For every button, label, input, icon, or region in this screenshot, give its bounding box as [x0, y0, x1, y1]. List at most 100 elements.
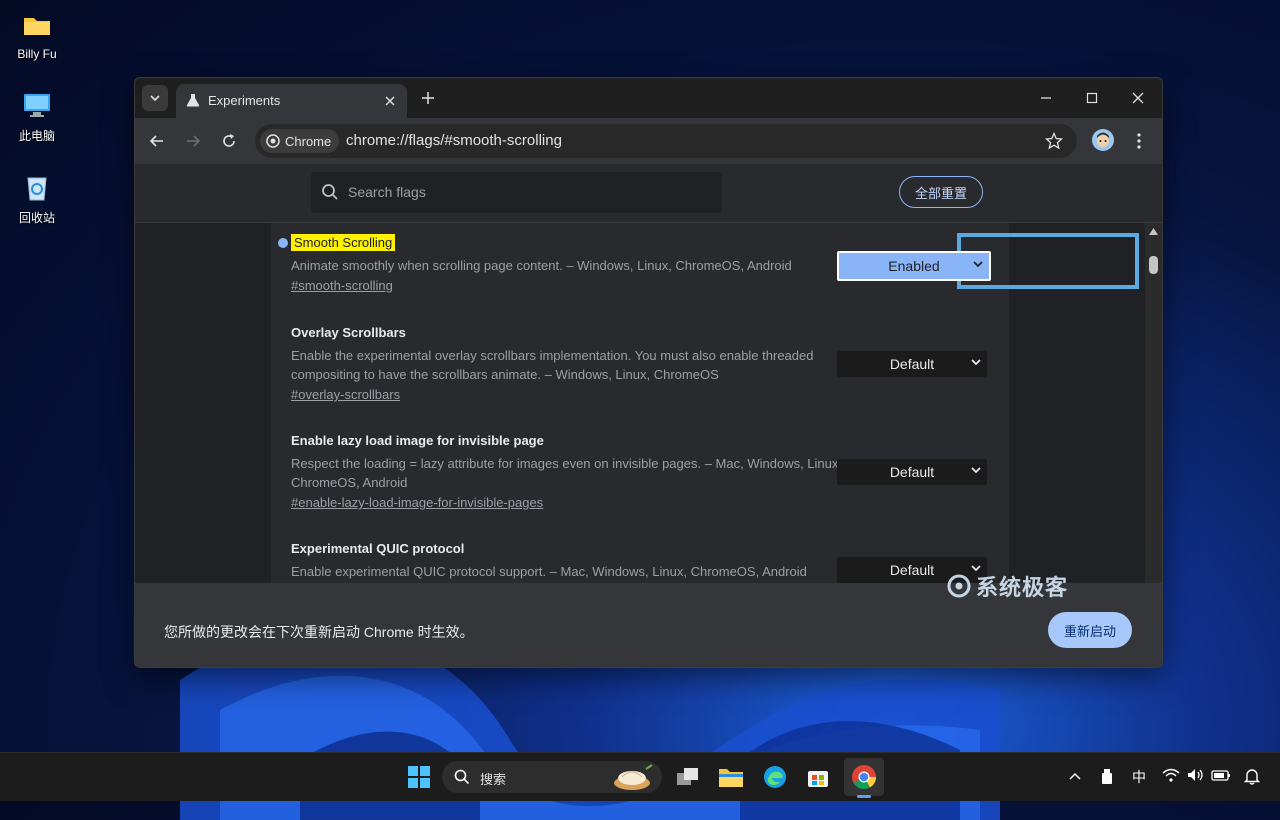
reload-button[interactable] [217, 129, 241, 153]
select-value: Default [889, 562, 935, 578]
desktop-icon-label: Billy Fu [17, 47, 57, 61]
tab-close-button[interactable] [381, 92, 399, 110]
flag-select-overlay-scrollbars[interactable]: Default [837, 351, 987, 377]
flag-item-quic: Experimental QUIC protocol Enable experi… [291, 541, 851, 581]
new-tab-button[interactable] [417, 87, 439, 109]
site-chip-label: Chrome [285, 133, 332, 149]
desktop-icon-recycle-bin[interactable]: 回收站 [6, 172, 68, 226]
scrollbar-thumb[interactable] [1149, 256, 1158, 274]
minimize-icon [1041, 97, 1051, 99]
flag-permalink[interactable]: #smooth-scrolling [291, 278, 851, 293]
taskbar: 搜索 中 [0, 752, 1280, 801]
title-bar: Experiments [135, 78, 1162, 118]
flask-icon [186, 94, 200, 107]
reload-icon [223, 134, 235, 147]
flag-item-overlay-scrollbars: Overlay Scrollbars Enable the experiment… [291, 325, 851, 402]
chevron-down-icon [971, 467, 981, 474]
search-placeholder: Search flags [348, 184, 426, 200]
chrome-logo-icon [266, 134, 280, 148]
store-icon [808, 771, 828, 787]
select-value: Default [889, 356, 935, 372]
bookmark-star-icon[interactable] [1045, 132, 1063, 150]
watermark-logo-icon [947, 574, 971, 598]
profile-avatar[interactable] [1092, 129, 1114, 151]
address-bar[interactable]: Chrome chrome://flags/#smooth-scrolling [255, 124, 1077, 158]
browser-menu-button[interactable] [1127, 130, 1151, 152]
folder-icon [24, 18, 50, 35]
chrome-logo-icon [852, 765, 876, 790]
taskbar-search[interactable]: 搜索 [442, 761, 662, 793]
site-info-chip[interactable]: Chrome [260, 129, 340, 153]
tab-title: Experiments [208, 93, 281, 108]
avatar-face-icon [1097, 132, 1109, 147]
notification-bell-icon[interactable] [1244, 767, 1260, 785]
maximize-icon [1086, 92, 1098, 104]
wifi-icon[interactable] [1162, 768, 1180, 782]
select-value: Enabled [888, 258, 940, 274]
scroll-up-arrow-icon[interactable] [1149, 228, 1158, 235]
flag-description: Enable experimental QUIC protocol suppor… [291, 564, 807, 579]
windows-logo-icon [408, 766, 430, 788]
file-explorer-button[interactable] [716, 762, 746, 792]
vertical-scrollbar[interactable] [1145, 223, 1162, 583]
store-button[interactable] [803, 762, 833, 792]
recycle-bin-icon [27, 177, 47, 201]
watermark-text: 系统极客 [976, 575, 1069, 600]
more-vert-icon [1137, 133, 1141, 149]
flag-item-smooth-scrolling: Smooth Scrolling Animate smoothly when s… [278, 234, 851, 293]
flag-select-smooth-scrolling[interactable]: Enabled [837, 251, 991, 281]
close-window-button[interactable] [1115, 78, 1161, 118]
chevron-down-icon [150, 95, 160, 102]
desktop-icon-user-folder[interactable]: Billy Fu [6, 10, 68, 61]
flags-list-viewport: Smooth Scrolling Animate smoothly when s… [135, 223, 1145, 583]
forward-button[interactable] [181, 129, 205, 153]
search-flags-input[interactable]: Search flags [311, 172, 722, 213]
flag-select-lazy-load[interactable]: Default [837, 459, 987, 485]
flag-description: Animate smoothly when scrolling page con… [291, 258, 792, 273]
chrome-taskbar-icon-wrap[interactable] [849, 762, 879, 792]
chevron-down-icon [971, 359, 981, 366]
edge-button[interactable] [760, 762, 790, 792]
close-icon [1132, 92, 1144, 104]
flag-permalink[interactable]: #enable-lazy-load-image-for-invisible-pa… [291, 495, 851, 510]
url-text[interactable]: chrome://flags/#smooth-scrolling [346, 132, 562, 149]
flag-description: Enable the experimental overlay scrollba… [291, 348, 814, 382]
flag-name: Smooth Scrolling [291, 234, 396, 251]
chevron-up-icon[interactable] [1068, 770, 1082, 782]
relaunch-button[interactable]: 重新启动 [1048, 612, 1132, 648]
folder-icon [719, 769, 743, 787]
taskbar-search-placeholder: 搜索 [480, 772, 507, 787]
arrow-right-icon [187, 135, 201, 147]
arrow-left-icon [149, 135, 163, 147]
computer-icon [24, 94, 50, 117]
search-icon [322, 184, 338, 200]
volume-icon[interactable] [1187, 768, 1205, 782]
flag-name: Experimental QUIC protocol [291, 541, 465, 556]
flag-description: Respect the loading = lazy attribute for… [291, 456, 842, 490]
plus-icon [422, 92, 434, 104]
tab-search-button[interactable] [142, 85, 168, 111]
desktop-icon-label: 回收站 [18, 211, 55, 225]
chevron-down-icon [973, 261, 983, 268]
maximize-button[interactable] [1069, 78, 1115, 118]
search-icon [454, 769, 470, 785]
battery-icon[interactable] [1211, 768, 1231, 782]
minimize-button[interactable] [1023, 78, 1069, 118]
desktop-icon-label: 此电脑 [18, 129, 55, 143]
back-button[interactable] [145, 129, 169, 153]
task-view-icon [677, 768, 698, 785]
flag-item-lazy-load: Enable lazy load image for invisible pag… [291, 433, 851, 510]
usb-device-icon[interactable] [1100, 767, 1114, 785]
reset-all-button[interactable]: 全部重置 [899, 176, 983, 208]
close-icon [385, 96, 395, 106]
desktop-icon-this-pc[interactable]: 此电脑 [6, 90, 68, 144]
flags-header: Search flags 全部重置 [135, 164, 1162, 223]
task-view-button[interactable] [673, 762, 703, 792]
flag-permalink[interactable]: #overlay-scrollbars [291, 387, 851, 402]
start-button[interactable] [404, 762, 434, 792]
search-highlight-dumpling-icon [614, 764, 653, 790]
active-app-indicator [857, 795, 871, 798]
watermark: 系统极客 [946, 570, 1068, 602]
ime-indicator[interactable]: 中 [1132, 767, 1146, 787]
tab-experiments[interactable]: Experiments [176, 84, 407, 118]
